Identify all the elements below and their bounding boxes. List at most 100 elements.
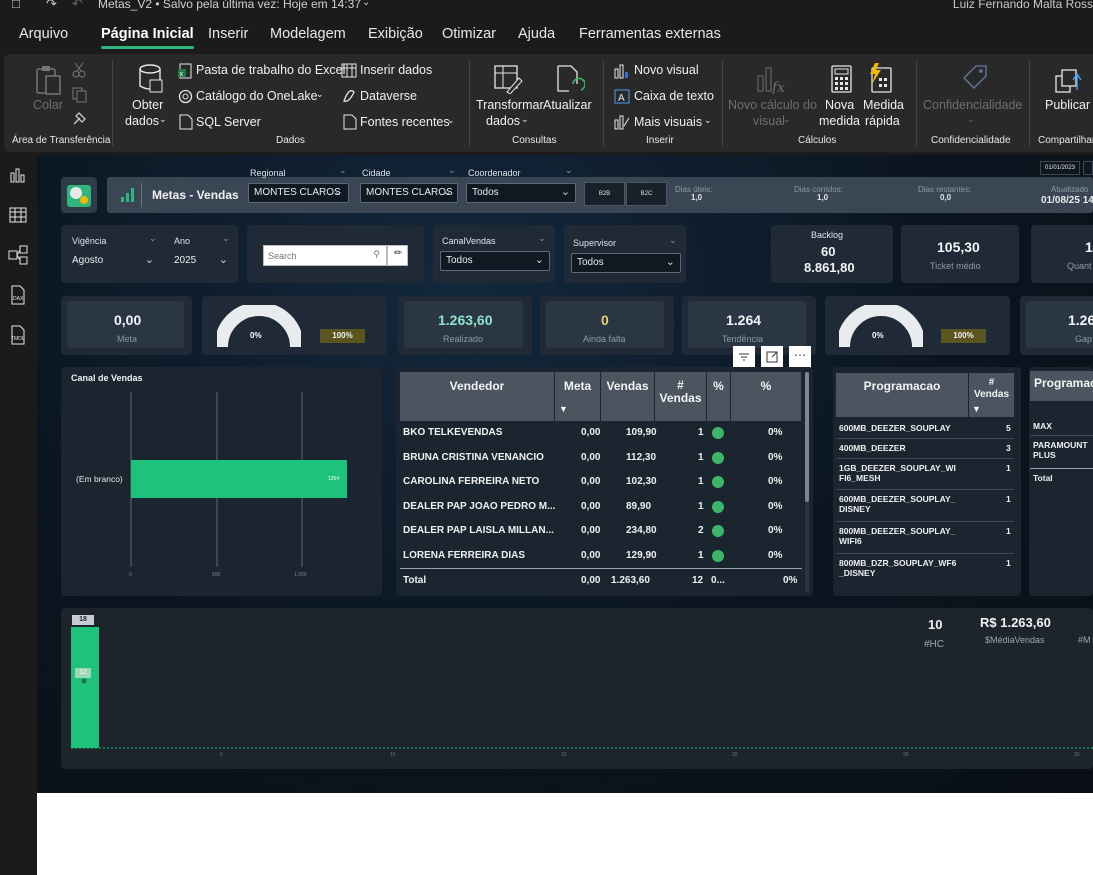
novo-visual-button[interactable]: Novo visual [634,63,699,77]
dataverse-button[interactable]: Dataverse [360,89,417,103]
b2b-button[interactable]: B2B [584,182,625,206]
novo-calculo-label[interactable]: visual [753,114,785,128]
transformar-dados-label[interactable]: dados [486,114,520,128]
menu-modelagem[interactable]: Modelagem [270,26,346,42]
chevron-down-icon[interactable]: ⌄ [521,114,529,125]
sql-server-icon[interactable] [179,114,193,130]
sql-server-button[interactable]: SQL Server [196,115,261,129]
format-painter-icon[interactable] [72,110,88,126]
excel-icon[interactable]: x [178,63,193,79]
transform-icon[interactable] [493,64,523,94]
model-view-icon[interactable] [8,245,28,265]
table-row[interactable]: DEALER PAP JOAO PEDRO M... 0,00 89,90 1 0% [400,495,802,519]
canal-dropdown[interactable]: Todos ⌄ [440,251,550,271]
more-visuals-icon[interactable] [614,114,630,130]
cidade-dropdown[interactable]: MONTES CLAROS ⌄ [360,183,458,203]
document-title[interactable]: Metas_V2 • Salvo pela última vez: Hoje e… [98,0,361,11]
vigencia-dropdown[interactable]: Agosto ⌄ [67,252,159,272]
focus-mode-button[interactable] [761,346,783,368]
novo-calculo-button[interactable]: Novo cálculo do [728,98,817,112]
dataverse-icon[interactable] [341,89,357,104]
pasta-excel-button[interactable]: Pasta de trabalho do Excel [196,63,345,77]
nova-medida-label[interactable]: medida [819,114,860,128]
atualizar-button[interactable]: Atualizar [543,98,592,112]
dax-query-view-icon[interactable]: DAX [8,285,28,305]
sensitivity-label-icon[interactable] [960,62,990,92]
paste-icon[interactable] [34,64,64,96]
quick-measure-icon[interactable] [866,62,896,94]
obter-dados-label[interactable]: dados [125,114,159,128]
col-programacao2[interactable]: Programaca [1030,371,1093,401]
database-icon[interactable] [136,64,164,94]
b2c-button[interactable]: B2C [626,182,667,206]
save-icon[interactable]: □ [12,0,20,11]
obter-dados-button[interactable]: Obter [132,98,163,112]
chevron-down-icon[interactable]: ⌄ [447,115,455,126]
prog2-row-max[interactable]: MAX [1033,421,1052,431]
onelake-icon[interactable] [178,89,193,104]
menu-otimizar[interactable]: Otimizar [442,26,496,42]
chevron-down-icon[interactable]: ⌄ [316,89,324,100]
menu-exibicao[interactable]: Exibição [368,26,423,42]
paste-button[interactable]: Colar [33,98,63,112]
menu-arquivo[interactable]: Arquivo [19,26,68,42]
cut-icon[interactable] [72,62,86,78]
nova-medida-button[interactable]: Nova [825,98,854,112]
medida-rapida-label[interactable]: rápida [865,114,900,128]
canal-bar[interactable] [131,460,347,498]
regional-dropdown[interactable]: MONTES CLAROS ⌄ [248,183,349,203]
redo-icon[interactable]: ↶ [72,0,83,12]
coordenador-dropdown[interactable]: Todos ⌄ [466,183,576,203]
menu-ajuda[interactable]: Ajuda [518,26,555,42]
report-view-icon[interactable] [8,165,28,185]
table-row[interactable]: DEALER PAP LAISLA MILLAN... 0,00 234,80 2 0% [400,519,802,543]
copy-icon[interactable] [72,87,88,103]
calculator-icon[interactable] [830,64,854,94]
medida-rapida-button[interactable]: Medida [863,98,904,112]
new-visual-icon[interactable] [614,63,630,79]
prog2-row-paramount[interactable]: PARAMOUNT PLUS [1033,440,1088,460]
table-row[interactable]: LORENA FERREIRA DIAS 0,00 129,90 1 0% [400,544,802,568]
table-scrollbar-track[interactable] [805,372,809,592]
visual-calculation-icon[interactable]: fx [756,64,786,94]
publicar-button[interactable]: Publicar [1045,98,1090,112]
menu-inserir[interactable]: Inserir [208,26,248,42]
date-end-field[interactable] [1083,161,1093,175]
publish-icon[interactable] [1053,62,1083,94]
chevron-down-icon[interactable]: ⌄ [159,114,167,125]
fontes-recentes-button[interactable]: Fontes recentes [360,115,450,129]
table-scrollbar-thumb[interactable] [805,372,809,502]
table-icon[interactable] [341,63,357,78]
clear-search-button[interactable]: ✏ [387,245,408,266]
table-total-row[interactable]: Total 0,00 1.263,60 12 0... 0% [400,569,802,593]
date-start-field[interactable]: 01/01/2023 [1040,161,1080,175]
filter-visual-button[interactable] [733,346,755,368]
col-vendas[interactable]: Vendas [601,372,654,421]
more-options-button[interactable]: ⋯ [789,346,811,368]
refresh-icon[interactable] [555,64,585,94]
table-row[interactable]: BKO TELKEVENDAS 0,00 109,90 1 0% [400,421,802,445]
day-1-bar[interactable] [71,627,99,748]
table-row[interactable]: BRUNA CRISTINA VENANCIO 0,00 112,30 1 0% [400,446,802,470]
search-box[interactable]: ⚲ [263,245,387,266]
caixa-texto-button[interactable]: Caixa de texto [634,89,714,103]
col-meta[interactable]: Meta ▼ [555,372,600,421]
col-vendedor[interactable]: Vendedor [400,372,554,421]
col-prog-qtd[interactable]: # Vendas ▼ [969,373,1014,417]
search-input[interactable] [268,248,368,263]
mais-visuais-button[interactable]: Mais visuais [634,115,702,129]
menu-pagina-inicial[interactable]: Página Inicial [101,26,194,49]
textbox-icon[interactable]: A [614,89,630,104]
chevron-down-icon[interactable]: ⌄ [704,115,712,126]
chevron-down-icon[interactable]: ⌄ [783,114,791,125]
ano-dropdown[interactable]: 2025 ⌄ [169,252,233,272]
table-view-icon[interactable] [8,205,28,225]
col-pct[interactable]: % [731,372,801,421]
table-row[interactable]: CAROLINA FERREIRA NETO 0,00 102,30 1 0% [400,470,802,494]
catalogo-onelake-button[interactable]: Catálogo do OneLake [196,89,318,103]
chevron-down-icon[interactable]: ⌄ [362,0,370,8]
undo-icon[interactable]: ↷ [46,0,57,12]
supervisor-dropdown[interactable]: Todos ⌄ [571,253,681,273]
col-qtd-vendas[interactable]: # Vendas [655,372,706,421]
col-programacao[interactable]: Programacao [836,373,968,417]
